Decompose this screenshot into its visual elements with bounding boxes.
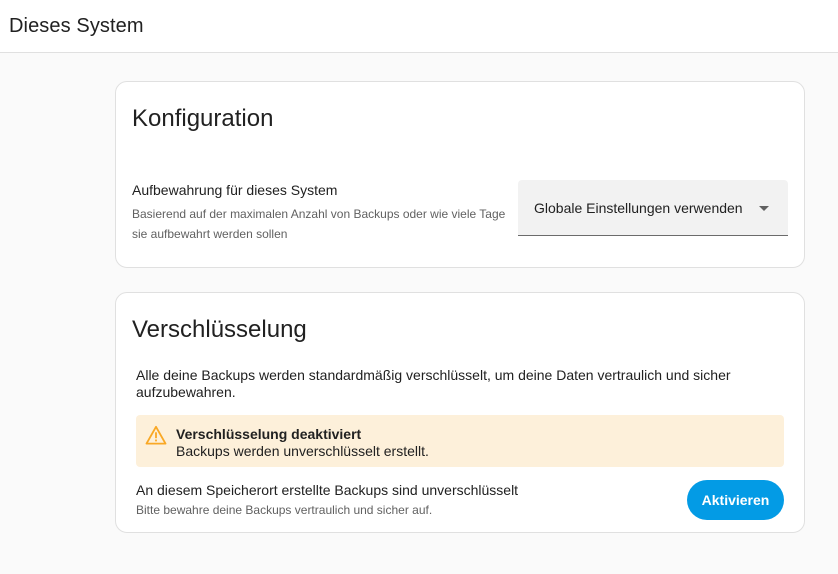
retention-select[interactable]: Globale Einstellungen verwenden xyxy=(518,180,788,236)
alert-text: Backups werden unverschlüsselt erstellt. xyxy=(176,443,429,459)
retention-description: Basierend auf der maximalen Anzahl von B… xyxy=(132,207,506,241)
top-app-bar: Dieses System xyxy=(0,0,838,53)
location-hint: Bitte bewahre deine Backups vertraulich … xyxy=(136,503,433,517)
encryption-title: Verschlüsselung xyxy=(132,316,307,343)
encryption-card: Verschlüsselung Alle deine Backups werde… xyxy=(115,292,805,533)
retention-setting: Aufbewahrung für dieses System Basierend… xyxy=(132,182,512,244)
dropdown-arrow-icon xyxy=(759,206,769,211)
warning-icon xyxy=(145,425,167,445)
page-title: Dieses System xyxy=(9,14,144,37)
retention-select-value: Globale Einstellungen verwenden xyxy=(534,199,743,216)
activate-button[interactable]: Aktivieren xyxy=(687,480,784,520)
encryption-warning-alert: Verschlüsselung deaktiviert Backups werd… xyxy=(136,415,784,467)
encryption-location-info: An diesem Speicherort erstellte Backups … xyxy=(136,482,656,517)
alert-title: Verschlüsselung deaktiviert xyxy=(176,426,362,442)
location-label: An diesem Speicherort erstellte Backups … xyxy=(136,482,519,498)
retention-label: Aufbewahrung für dieses System xyxy=(132,182,338,198)
configuration-title: Konfiguration xyxy=(132,105,274,132)
configuration-card: Konfiguration Aufbewahrung für dieses Sy… xyxy=(115,81,805,268)
encryption-description: Alle deine Backups werden standardmäßig … xyxy=(136,367,731,400)
